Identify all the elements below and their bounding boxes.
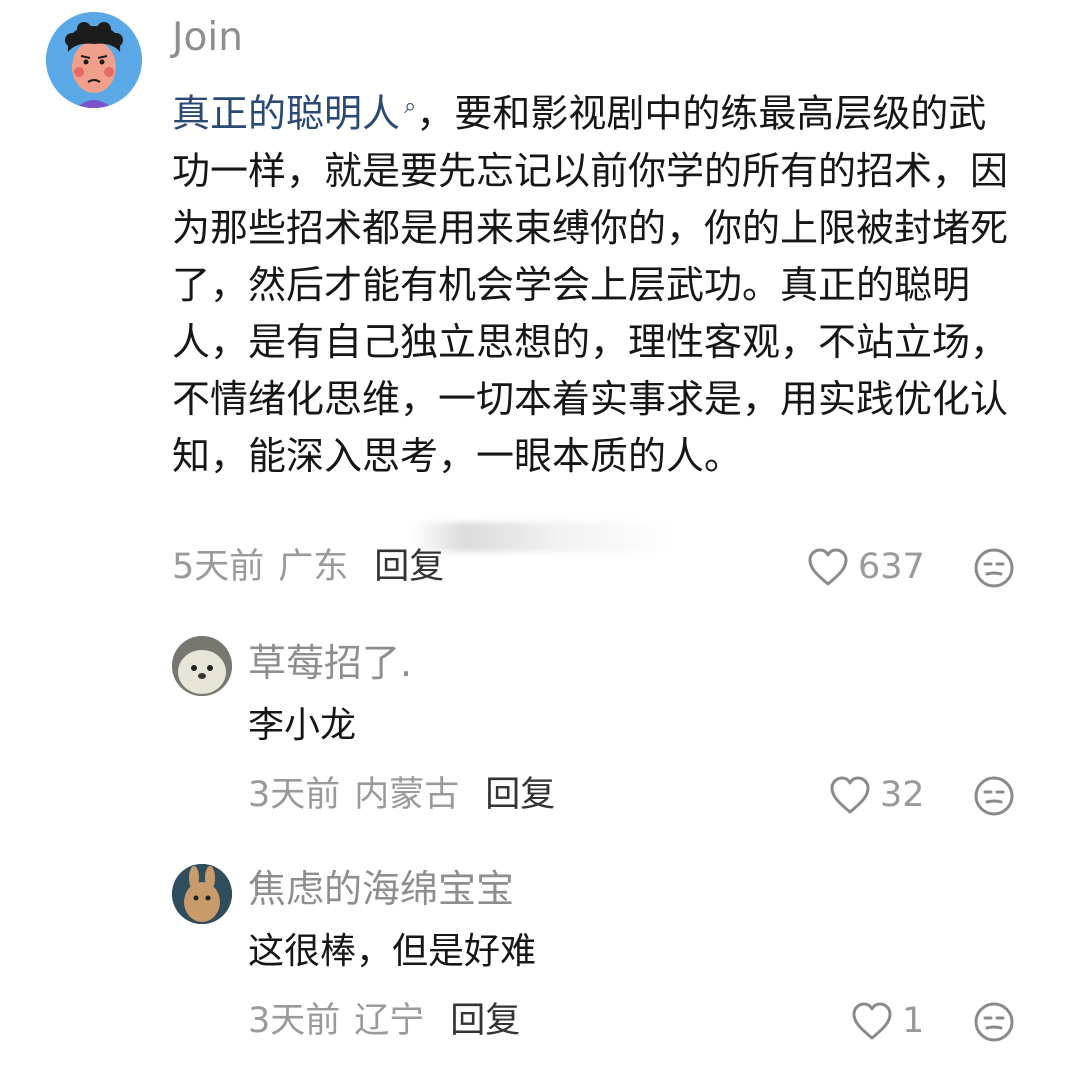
meh-face-icon	[974, 548, 1014, 588]
like-button[interactable]: 637	[806, 546, 925, 588]
reply-time: 3天前	[248, 1001, 341, 1041]
reply-text: 这很棒，但是好难	[248, 931, 537, 972]
reply-meta: 3天前 内蒙古 回复	[248, 778, 555, 813]
avatar[interactable]	[172, 864, 232, 924]
like-count: 637	[858, 546, 925, 587]
comment-location: 广东	[278, 547, 349, 587]
search-icon[interactable]: ⌕	[404, 94, 416, 119]
reply-time: 3天前	[248, 775, 341, 815]
reply-meta: 3天前 辽宁 回复	[248, 1004, 520, 1039]
reply-button[interactable]: 回复	[450, 1001, 520, 1041]
meh-face-icon	[974, 776, 1014, 816]
avatar[interactable]	[172, 636, 232, 696]
comment-meta: 5天前 广东 回复	[172, 550, 444, 585]
avatar[interactable]	[46, 12, 142, 108]
like-button[interactable]: 1	[850, 1000, 924, 1042]
comment-text: 真正的聪明人 ⌕，要和影视剧中的练最高层级的武功一样，就是要先忘记以前你学的所有的…	[172, 78, 1014, 485]
reply-button[interactable]: 回复	[485, 775, 555, 815]
comment-username[interactable]: Join	[172, 18, 243, 57]
reply-location: 辽宁	[354, 1001, 425, 1041]
meh-face-icon	[974, 1002, 1014, 1042]
dislike-button[interactable]	[972, 546, 1016, 590]
comment-body: ，要和影视剧中的练最高层级的武功一样，就是要先忘记以前你学的所有的招术，因为那些…	[172, 91, 1009, 478]
comment-time: 5天前	[172, 547, 265, 587]
heart-outline-icon	[852, 1002, 892, 1040]
dislike-button[interactable]	[972, 1000, 1016, 1044]
keyword-link[interactable]: 真正的聪明人	[172, 92, 400, 136]
reply-username[interactable]: 焦虑的海绵宝宝	[248, 870, 514, 908]
like-count: 32	[880, 774, 925, 815]
rabbit-photo-avatar-icon	[172, 864, 232, 924]
reply-location: 内蒙古	[354, 775, 460, 815]
like-button[interactable]: 32	[828, 774, 925, 816]
dislike-button[interactable]	[972, 774, 1016, 818]
like-count: 1	[902, 1000, 925, 1041]
reply-text: 李小龙	[248, 705, 357, 746]
reply-username[interactable]: 草莓招了.	[248, 644, 412, 682]
reply-button[interactable]: 回复	[374, 547, 444, 587]
blurred-text-overlay	[412, 522, 674, 552]
cartoon-face-avatar-icon	[46, 12, 142, 108]
heart-outline-icon	[808, 548, 848, 586]
seal-photo-avatar-icon	[172, 636, 232, 696]
heart-outline-icon	[830, 776, 870, 814]
